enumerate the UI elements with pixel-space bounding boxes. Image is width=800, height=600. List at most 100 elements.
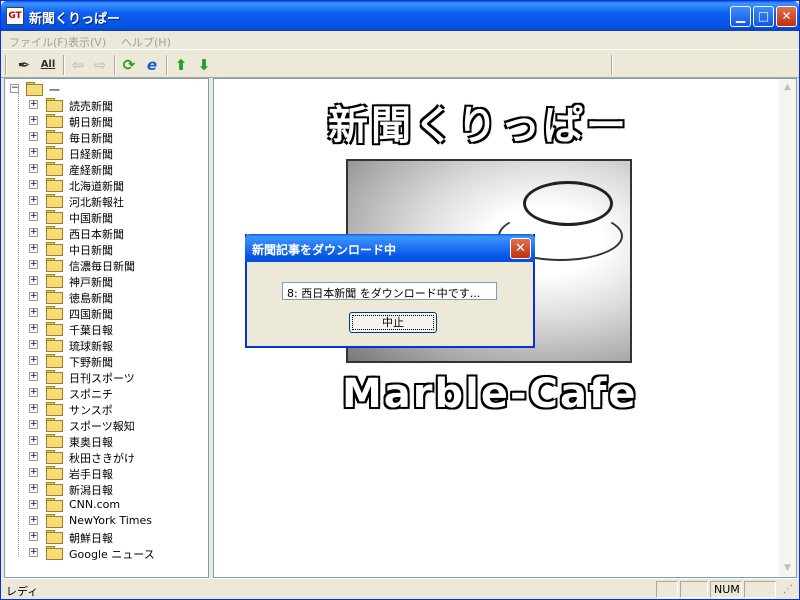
expand-icon[interactable]: + — [29, 548, 38, 557]
tree-item-label: 徳島新聞 — [69, 292, 113, 305]
folder-icon — [46, 434, 63, 448]
folder-icon — [46, 130, 63, 144]
expand-icon[interactable]: + — [29, 356, 38, 365]
toolbar: ✒ All ⇦ ⇨ ⟳ e ⬆ ⬇ — [1, 51, 799, 78]
expand-icon[interactable]: + — [29, 212, 38, 221]
dialog-close-button[interactable]: ✕ — [510, 238, 531, 259]
folder-icon — [46, 370, 63, 384]
forward-arrow-icon[interactable]: ⇨ — [89, 54, 111, 76]
tree-item-label: 読売新聞 — [69, 100, 113, 113]
expand-icon[interactable]: + — [29, 388, 38, 397]
folder-icon — [46, 98, 63, 112]
expand-icon[interactable]: + — [29, 516, 38, 525]
tree-item-label: 東奥日報 — [69, 436, 113, 449]
status-cell — [744, 581, 776, 598]
folder-icon — [46, 290, 63, 304]
pen-icon[interactable]: ✒ — [13, 54, 35, 76]
ie-icon[interactable]: e — [141, 54, 163, 76]
toolbar-grip — [5, 55, 7, 75]
expand-icon[interactable]: + — [29, 340, 38, 349]
expand-icon[interactable]: + — [29, 468, 38, 477]
tree-item-label: 北海道新聞 — [69, 180, 124, 193]
expand-icon[interactable]: + — [29, 148, 38, 157]
scroll-down-icon[interactable]: ▼ — [779, 560, 796, 577]
back-arrow-icon[interactable]: ⇦ — [67, 54, 89, 76]
expand-icon[interactable]: + — [29, 244, 38, 253]
expand-icon[interactable]: + — [29, 260, 38, 269]
expand-icon[interactable]: + — [29, 500, 38, 509]
tree-item-label: 四国新聞 — [69, 308, 113, 321]
tree-item-label: 西日本新聞 — [69, 228, 124, 241]
expand-icon[interactable]: + — [29, 484, 38, 493]
expand-icon[interactable]: + — [29, 196, 38, 205]
folder-icon — [46, 162, 63, 176]
close-button[interactable]: ✕ — [776, 6, 797, 27]
tree-item-label: 千葉日報 — [69, 324, 113, 337]
folder-icon — [46, 450, 63, 464]
collapse-icon[interactable]: − — [10, 84, 19, 93]
toolbar-separator — [114, 55, 116, 75]
dialog-title-bar[interactable]: 新聞記事をダウンロード中 ✕ — [245, 234, 535, 262]
expand-icon[interactable]: + — [29, 164, 38, 173]
title-bar[interactable]: GT 新聞くりっぱー ▁ □ ✕ — [1, 1, 799, 31]
expand-icon[interactable]: + — [29, 372, 38, 381]
app-icon[interactable]: GT — [6, 7, 24, 25]
folder-icon — [46, 530, 63, 544]
num-indicator: NUM — [710, 581, 742, 598]
refresh-icon[interactable]: ⟳ — [118, 54, 140, 76]
expand-icon[interactable]: + — [29, 436, 38, 445]
expand-icon[interactable]: + — [29, 420, 38, 429]
toolbar-separator — [63, 55, 65, 75]
minimize-button[interactable]: ▁ — [730, 6, 751, 27]
logo-title: 新聞くりっぱー — [328, 103, 629, 149]
expand-icon[interactable]: + — [29, 292, 38, 301]
folder-icon — [46, 322, 63, 336]
tree-item-label: Google ニュース — [69, 548, 155, 561]
vertical-scrollbar[interactable]: ▲ ▼ — [779, 79, 796, 577]
expand-icon[interactable]: + — [29, 532, 38, 541]
newspaper-tree[interactable]: − 一覧 + 読売新聞 + 朝日新聞 + 毎日新聞 + 日経新聞 + 産経新聞 + 北海道新聞 + 河北新… — [4, 78, 209, 578]
up-arrow-icon[interactable]: ⬆ — [170, 54, 192, 76]
cup-shape — [523, 181, 613, 226]
scroll-up-icon[interactable]: ▲ — [779, 79, 796, 96]
tree-item-label: 日経新聞 — [69, 148, 113, 161]
expand-icon[interactable]: + — [29, 404, 38, 413]
expand-icon[interactable]: + — [29, 452, 38, 461]
expand-icon[interactable]: + — [29, 116, 38, 125]
tree-item-label: 中日新聞 — [69, 244, 113, 257]
menu-file[interactable]: ファイル(F) — [9, 34, 68, 50]
folder-icon — [46, 114, 63, 128]
expand-icon[interactable]: + — [29, 100, 38, 109]
menu-view[interactable]: 表示(V) — [68, 34, 106, 50]
menu-help[interactable]: ヘルプ(H) — [121, 34, 171, 50]
folder-icon — [46, 466, 63, 480]
tree-item-label: NewYork Times — [69, 514, 153, 527]
tree-item-label: 神戸新聞 — [69, 276, 113, 289]
folder-icon — [46, 402, 63, 416]
expand-icon[interactable]: + — [29, 324, 38, 333]
expand-icon[interactable]: + — [29, 132, 38, 141]
tree-item-label: 河北新報社 — [69, 196, 124, 209]
down-arrow-icon[interactable]: ⬇ — [193, 54, 215, 76]
tree-item-label: サンスポ — [69, 404, 113, 417]
all-download-icon[interactable]: All — [37, 54, 59, 76]
resize-grip-icon[interactable]: ⋰ — [783, 584, 793, 595]
folder-icon — [46, 194, 63, 208]
folder-icon — [46, 210, 63, 224]
status-cell — [656, 581, 678, 598]
folder-icon — [46, 546, 63, 560]
tree-item-label: 毎日新聞 — [69, 132, 113, 145]
maximize-button[interactable]: □ — [753, 6, 774, 27]
expand-icon[interactable]: + — [29, 180, 38, 189]
tree-item-label: 中国新聞 — [69, 212, 113, 225]
expand-icon[interactable]: + — [29, 308, 38, 317]
tree-item-label: 朝鮮日報 — [69, 532, 113, 545]
folder-icon — [46, 498, 63, 512]
expand-icon[interactable]: + — [29, 276, 38, 285]
open-folder-icon — [26, 82, 43, 96]
cancel-button[interactable]: 中止 — [349, 312, 437, 333]
expand-icon[interactable]: + — [29, 228, 38, 237]
menu-bar: ファイル(F) 表示(V) ヘルプ(H) — [1, 31, 799, 50]
window-title: 新聞くりっぱー — [29, 12, 121, 27]
toolbar-separator — [166, 55, 168, 75]
